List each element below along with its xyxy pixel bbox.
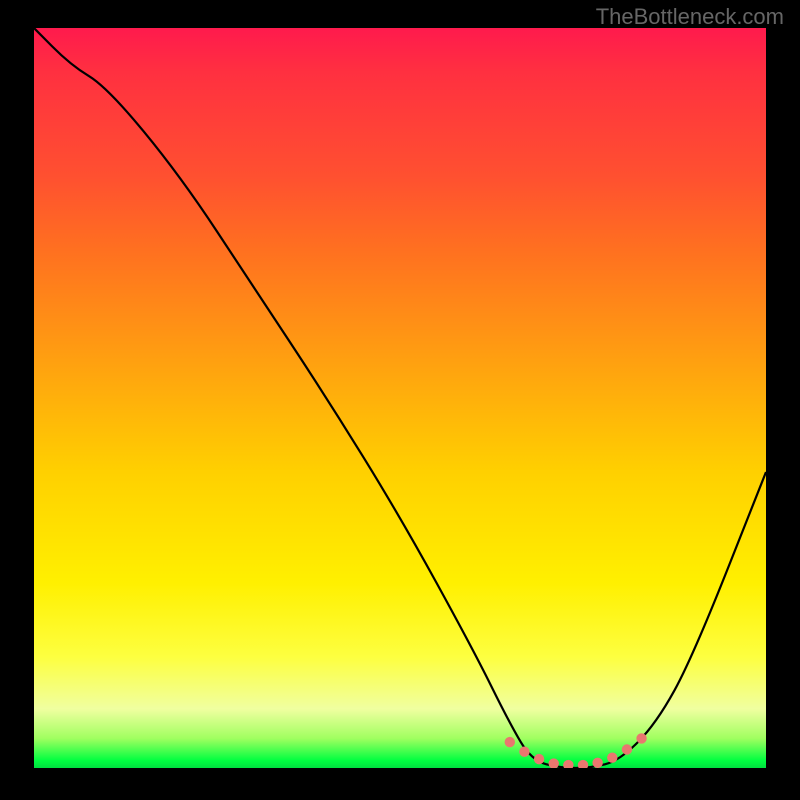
highlight-dot [622, 744, 632, 754]
chart-svg [34, 28, 766, 768]
highlight-dot [549, 758, 559, 768]
highlight-dot [607, 752, 617, 762]
bottleneck-curve [34, 28, 766, 768]
highlight-dot [505, 737, 515, 747]
highlight-dot [563, 760, 573, 768]
highlight-dot [534, 754, 544, 764]
optimal-range-dots [505, 733, 647, 768]
plot-area [34, 28, 766, 768]
highlight-dot [519, 747, 529, 757]
highlight-dot [578, 760, 588, 768]
watermark-text: TheBottleneck.com [596, 4, 784, 30]
highlight-dot [636, 733, 646, 743]
highlight-dot [592, 758, 602, 768]
